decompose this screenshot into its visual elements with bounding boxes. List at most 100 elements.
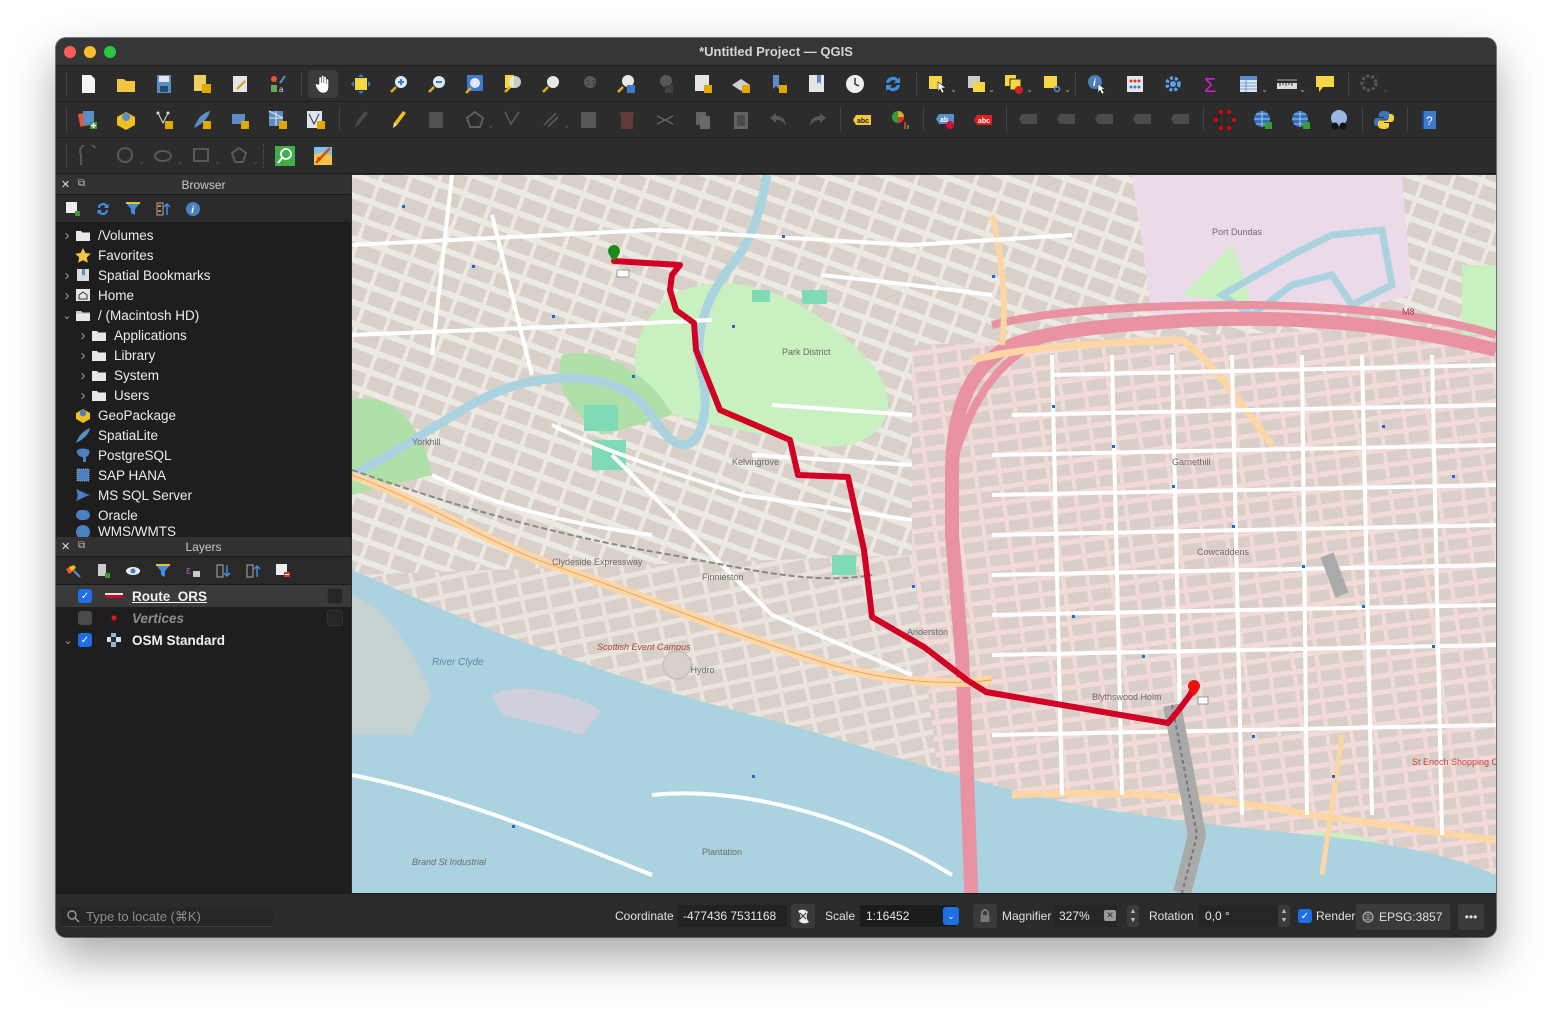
metasearch-button[interactable] [1286,106,1316,134]
browser-item[interactable]: › Applications [56,325,351,345]
processing-toolbox-button[interactable] [1158,70,1188,98]
chevron-right-icon[interactable]: › [59,227,75,244]
geocoding-button[interactable] [1324,106,1354,134]
move-label-button[interactable] [1013,106,1043,134]
new-print-layout-button[interactable] [187,70,217,98]
layer-indicator-icon[interactable] [327,588,343,604]
python-console-button[interactable] [1369,106,1399,134]
new-geopackage-button[interactable] [111,106,141,134]
style-manager-button[interactable]: a [263,70,293,98]
add-group-button[interactable] [92,560,114,582]
zoom-native-button[interactable]: 1:1 [574,70,604,98]
new-shapefile-button[interactable] [149,106,179,134]
new-mesh-layer-button[interactable] [301,106,331,134]
new-3d-view-button[interactable] [726,70,756,98]
browser-item[interactable]: Favorites [56,245,351,265]
shape-digitize-button[interactable] [1210,106,1240,134]
browser-item[interactable]: ⌄ / (Macintosh HD) [56,305,351,325]
deselect-features-button[interactable]: ⌄ [999,70,1033,98]
add-circle-button[interactable]: ⌄ [111,142,145,170]
browser-item[interactable]: WMS/WMTS [56,525,351,537]
undo-button[interactable] [764,106,794,134]
browser-item[interactable]: SAP HANA [56,465,351,485]
browser-item[interactable]: SpatiaLite [56,425,351,445]
crs-button[interactable]: EPSG:3857 [1356,904,1450,930]
browser-item[interactable]: › Users [56,385,351,405]
chevron-right-icon[interactable]: › [75,327,91,344]
layer-visibility-checkbox[interactable] [78,611,92,625]
chevron-right-icon[interactable]: › [75,367,91,384]
locator-search-button[interactable] [270,142,300,170]
layer-visibility-checkbox[interactable]: ✓ [78,633,92,647]
clear-magnifier-icon[interactable]: ✕ [1104,910,1116,921]
toggle-extents-button[interactable] [791,904,815,928]
spin-up-icon[interactable]: ▲ [1130,907,1137,916]
properties-button[interactable]: i [182,198,204,220]
zoom-next-button[interactable] [650,70,680,98]
zoom-out-button[interactable] [422,70,452,98]
browser-item[interactable]: › Spatial Bookmarks [56,265,351,285]
zoom-to-selection-button[interactable] [498,70,528,98]
data-source-manager-button[interactable] [73,106,103,134]
magnifier-spinner[interactable]: ▲ ▼ [1127,905,1139,927]
diagram-options-button[interactable] [885,106,915,134]
redo-button[interactable] [802,106,832,134]
zoom-in-button[interactable] [384,70,414,98]
new-bookmark-button[interactable] [764,70,794,98]
new-virtual-layer-button[interactable] [225,106,255,134]
add-wms-layer-button[interactable] [1248,106,1278,134]
render-checkbox[interactable]: ✓ [1298,909,1312,923]
run-action-button[interactable]: ⌄ [1355,70,1389,98]
save-edits-button[interactable] [422,106,452,134]
layer-indicator-icon[interactable] [327,610,343,626]
zoom-last-button[interactable] [612,70,642,98]
add-rectangle-button[interactable]: ⌄ [187,142,221,170]
refresh-browser-button[interactable] [92,198,114,220]
digitize-curve-button[interactable] [73,142,103,170]
pin-labels-button[interactable]: ab [930,106,960,134]
browser-item[interactable]: › /Volumes [56,225,351,245]
map-canvas[interactable]: River Clyde Scottish Event Campus Park D… [352,175,1496,893]
spin-up-icon[interactable]: ▲ [1281,907,1288,916]
browser-item[interactable]: PostgreSQL [56,445,351,465]
expand-all-button[interactable] [212,560,234,582]
rotate-label-button[interactable] [1051,106,1081,134]
new-spatialite-button[interactable] [187,106,217,134]
current-edits-button[interactable] [384,106,414,134]
browser-item[interactable]: › Home [56,285,351,305]
open-project-button[interactable] [111,70,141,98]
pan-to-selection-button[interactable] [346,70,376,98]
statistics-button[interactable]: Σ [1196,70,1226,98]
change-label-button[interactable] [1089,106,1119,134]
manage-visibility-button[interactable] [122,560,144,582]
modify-attributes-button[interactable]: ⌄ [536,106,570,134]
measure-button[interactable]: ⌄ [1272,70,1306,98]
layer-visibility-checkbox[interactable]: ✓ [78,589,92,603]
chevron-right-icon[interactable]: › [75,347,91,364]
chevron-right-icon[interactable]: › [75,387,91,404]
layout-manager-button[interactable] [225,70,255,98]
vertex-tool-button[interactable] [498,106,528,134]
scale-field[interactable]: 1:16452 [860,905,956,927]
field-calculator-button[interactable] [574,106,604,134]
help-button[interactable]: ? [1414,106,1444,134]
add-polygon-button[interactable]: ⌄ [460,106,494,134]
add-ellipse-button[interactable]: ⌄ [149,142,183,170]
map-tips-button[interactable] [1310,70,1340,98]
layer-item[interactable]: Vertices [56,607,351,629]
new-project-button[interactable] [73,70,103,98]
show-hide-labels-button[interactable]: abc [968,106,998,134]
filter-legend-button[interactable] [152,560,174,582]
style-layer-button[interactable] [62,560,84,582]
browser-item[interactable]: GeoPackage [56,405,351,425]
select-by-location-button[interactable]: ⌄ [1037,70,1071,98]
show-bookmarks-button[interactable] [802,70,832,98]
browser-item[interactable]: › Library [56,345,351,365]
temporal-controller-button[interactable] [840,70,870,98]
zoom-full-button[interactable] [460,70,490,98]
cut-features-button[interactable] [650,106,680,134]
locator-search-field[interactable]: Type to locate (⌘K) [61,907,273,927]
zoom-to-layer-button[interactable] [536,70,566,98]
label-property-button[interactable] [1127,106,1157,134]
lock-scale-button[interactable] [973,904,997,928]
